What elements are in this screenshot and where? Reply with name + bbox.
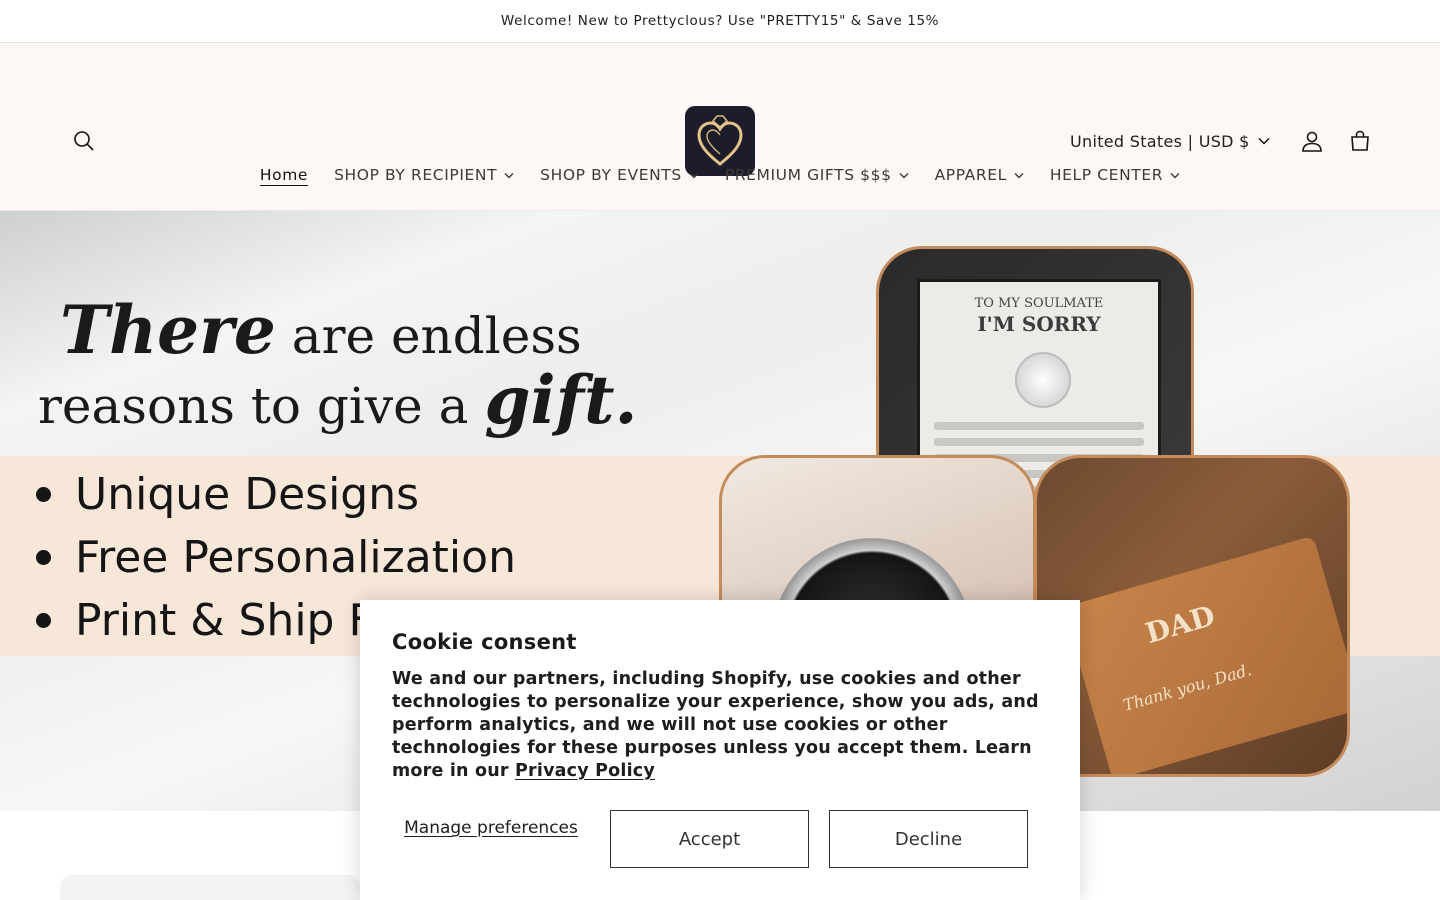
search-icon <box>74 131 94 151</box>
wallet-product-image: DAD Thank you, Dad. <box>1034 455 1350 777</box>
nav-item-label: HELP CENTER <box>1049 166 1164 184</box>
heart-pendant-icon <box>1015 352 1071 408</box>
nav-item-premium-gifts[interactable]: PREMIUM GIFTS $$$ <box>712 166 922 184</box>
chevron-down-icon <box>1170 172 1180 178</box>
nav-item-apparel[interactable]: APPAREL <box>922 166 1037 184</box>
hero-feature-item: Free Personalization <box>36 526 516 589</box>
cookie-consent-body: We and our partners, including Shopify, … <box>392 668 1048 783</box>
cart-icon <box>1351 130 1369 151</box>
chevron-down-icon <box>1014 172 1024 178</box>
hero-feature-text: Print & Ship Fr <box>75 595 389 646</box>
chevron-down-icon <box>504 172 514 178</box>
cookie-consent-actions: Manage preferences Accept Decline <box>392 810 1048 868</box>
necklace-card-line2: I'M SORRY <box>977 312 1101 336</box>
announcement-bar: Welcome! New to Prettyclous? Use "PRETTY… <box>0 0 1440 43</box>
nav-item-shop-by-recipient[interactable]: SHOP BY RECIPIENT <box>321 166 527 184</box>
hero-headline-text: reasons to give a <box>38 377 469 435</box>
country-currency-selector[interactable]: United States | USD $ <box>1070 127 1270 155</box>
chevron-down-icon <box>1258 137 1270 145</box>
hero-feature-item: Unique Designs <box>36 463 516 526</box>
bullet-dot-icon <box>36 613 51 628</box>
cookie-consent-title: Cookie consent <box>392 630 577 654</box>
account-button[interactable] <box>1292 121 1332 161</box>
wallet-leather-icon <box>1063 535 1347 774</box>
hero-headline-line1: There are endless <box>60 291 582 369</box>
nav-item-label: PREMIUM GIFTS $$$ <box>724 166 892 184</box>
decline-button[interactable]: Decline <box>829 810 1028 868</box>
nav-item-help-center[interactable]: HELP CENTER <box>1037 166 1193 184</box>
cookie-consent-dialog: Cookie consent We and our partners, incl… <box>360 600 1080 900</box>
hero-feature-text: Unique Designs <box>75 469 420 520</box>
necklace-card-line1: TO MY SOULMATE <box>974 296 1104 311</box>
nav-item-label: SHOP BY RECIPIENT <box>334 166 498 184</box>
hero-feature-text: Free Personalization <box>75 532 516 583</box>
country-currency-label: United States | USD $ <box>1070 131 1250 151</box>
heart-ring-logo-icon <box>697 115 743 166</box>
cookie-consent-text: We and our partners, including Shopify, … <box>392 669 1039 781</box>
hero-headline-line2: reasons to give a gift. <box>38 361 637 439</box>
chevron-down-icon <box>689 172 699 178</box>
site-header: United States | USD $ Home SHOP BY RECIP… <box>0 43 1440 211</box>
nav-item-label: SHOP BY EVENTS <box>540 166 682 184</box>
hero-script-word: There <box>60 291 276 369</box>
privacy-policy-link[interactable]: Privacy Policy <box>515 761 655 781</box>
chevron-down-icon <box>899 172 909 178</box>
bullet-dot-icon <box>36 550 51 565</box>
accept-button[interactable]: Accept <box>610 810 809 868</box>
nav-item-shop-by-events[interactable]: SHOP BY EVENTS <box>527 166 712 184</box>
hero-script-word: gift. <box>484 361 638 439</box>
bullet-dot-icon <box>36 487 51 502</box>
announcement-text: Welcome! New to Prettyclous? Use "PRETTY… <box>500 13 940 29</box>
cart-button[interactable] <box>1340 121 1380 161</box>
search-button[interactable] <box>64 121 104 161</box>
nav-item-label: APPAREL <box>934 166 1007 184</box>
manage-preferences-link[interactable]: Manage preferences <box>392 818 590 839</box>
account-icon <box>1302 131 1322 152</box>
hero-headline-text: are endless <box>291 307 582 365</box>
nav-item-home[interactable]: Home <box>247 166 321 184</box>
nav-item-label: Home <box>259 166 309 184</box>
section-image-partial <box>60 875 360 900</box>
main-navigation: Home SHOP BY RECIPIENT SHOP BY EVENTS PR… <box>0 161 1440 189</box>
